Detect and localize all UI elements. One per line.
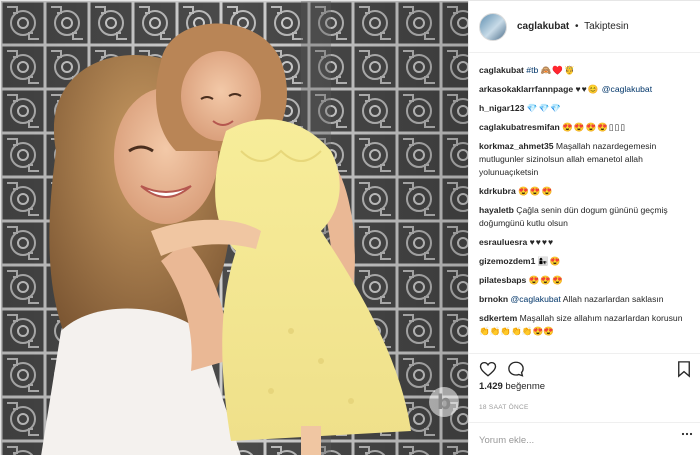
instagram-post: b caglakubat • Takiptesin caglakubat #tb… [0, 0, 700, 455]
list-item: esrauluesra ♥♥♥♥ [479, 236, 693, 249]
header-username[interactable]: caglakubat [517, 21, 569, 32]
bookmark-icon[interactable] [675, 360, 693, 378]
comment-mention[interactable]: @caglakubat [602, 84, 652, 94]
comment-username[interactable]: h_nigar123 [479, 103, 524, 113]
comment-text: 👩‍👧😍 [537, 256, 562, 266]
likes-count[interactable]: 1.429 beğenme [479, 381, 545, 392]
comment-username[interactable]: korkmaz_ahmet35 [479, 141, 554, 151]
likes-number: 1.429 [479, 381, 503, 392]
follow-status[interactable]: Takiptesin [584, 21, 628, 32]
list-item: sdkertem Maşallah size allahım nazarlard… [479, 312, 693, 338]
comment-text: 💎💎💎 [526, 103, 562, 113]
comment-text: 😍😍😍 [528, 275, 564, 285]
watermark-logo: b [429, 387, 459, 417]
post-timestamp: 18 SAAT ÖNCE [479, 404, 529, 411]
post-sidebar: caglakubat • Takiptesin caglakubat #tb 🙈… [468, 1, 700, 455]
list-item: caglakubatresmifan 😍😍😍😍▯▯▯ [479, 121, 693, 134]
list-item: pilatesbaps 😍😍😍 [479, 274, 693, 287]
list-item: brnokn @caglakubat Allah nazarlardan sak… [479, 293, 693, 306]
comment-text: 😍😍😍 [518, 186, 554, 196]
comment-emoji: 🙈♥️🤴 [540, 65, 576, 75]
comments-list[interactable]: caglakubat #tb 🙈♥️🤴 arkasokaklarrfannpag… [469, 64, 700, 354]
comment-icon[interactable] [507, 360, 525, 378]
comment-text: ♥♥😊 [575, 84, 600, 94]
post-header: caglakubat • Takiptesin [469, 1, 700, 53]
comment-username[interactable]: kdrkubra [479, 186, 516, 196]
list-item: gizemozdem1 👩‍👧😍 [479, 255, 693, 268]
comment-input[interactable] [479, 435, 679, 446]
action-bar [469, 353, 700, 383]
avatar[interactable] [479, 12, 507, 41]
comment-username[interactable]: caglakubatresmifan [479, 122, 560, 132]
comment-username[interactable]: brnokn [479, 294, 508, 304]
list-item: h_nigar123 💎💎💎 [479, 102, 693, 115]
likes-label: beğenme [505, 381, 546, 392]
comment-username[interactable]: esrauluesra [479, 237, 527, 247]
comment-hashtag[interactable]: #tb [526, 65, 538, 75]
list-item: hayaletb Çağla senin dün dogum gününü ge… [479, 204, 693, 230]
list-item: kdrkubra 😍😍😍 [479, 185, 693, 198]
heart-icon[interactable] [479, 360, 497, 378]
list-item: caglakubat #tb 🙈♥️🤴 [479, 64, 693, 77]
comment-username[interactable]: arkasokaklarrfannpage [479, 84, 573, 94]
add-comment-bar [469, 422, 700, 455]
comment-username[interactable]: sdkertem [479, 313, 517, 323]
comment-mention[interactable]: @caglakubat [511, 294, 561, 304]
comment-text: 😍😍😍😍▯▯▯ [562, 122, 627, 132]
comment-username[interactable]: hayaletb [479, 205, 514, 215]
comment-username[interactable]: gizemozdem1 [479, 256, 535, 266]
post-photo[interactable]: b [1, 1, 468, 455]
comment-username[interactable]: caglakubat [479, 65, 524, 75]
more-icon[interactable] [681, 431, 693, 437]
list-item: arkasokaklarrfannpage ♥♥😊 @caglakubat [479, 83, 693, 96]
comment-username[interactable]: pilatesbaps [479, 275, 526, 285]
comment-text: Allah nazarlardan saklasın [562, 294, 664, 304]
comment-text: ♥♥♥♥ [529, 237, 555, 247]
header-separator: • [575, 21, 579, 32]
list-item: korkmaz_ahmet35 Maşallah nazardegemesin … [479, 140, 693, 179]
header-text: caglakubat • Takiptesin [517, 21, 629, 32]
photo-illustration [1, 1, 468, 455]
